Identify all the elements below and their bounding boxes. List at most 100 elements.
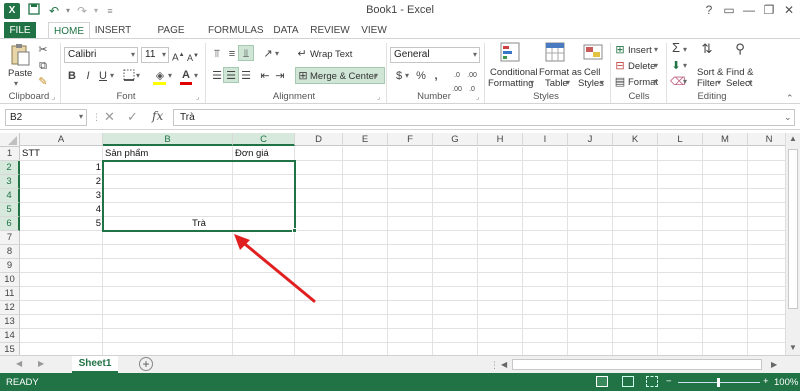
align-top-icon[interactable]: ⫪ <box>210 47 224 61</box>
insert-dropdown-icon[interactable]: ▾ <box>654 45 658 54</box>
merge-center-button[interactable]: Merge & Center <box>310 71 377 82</box>
clear-icon[interactable]: ⌫ <box>670 75 686 89</box>
cell-a1[interactable]: STT <box>22 147 101 161</box>
paste-button[interactable]: Paste <box>8 68 32 79</box>
comma-button[interactable]: , <box>431 69 441 83</box>
font-size-combo[interactable]: 11 ▾ <box>141 47 169 63</box>
row-header-14[interactable]: 14 <box>0 329 20 343</box>
expand-formula-bar-icon[interactable]: ⌄ <box>784 112 792 123</box>
tab-view[interactable]: VIEW <box>358 22 390 39</box>
cell-styles-icon[interactable] <box>582 42 604 64</box>
column-header-e[interactable]: E <box>343 133 388 146</box>
column-header-i[interactable]: I <box>523 133 568 146</box>
sort-filter-label[interactable]: Sort & <box>697 67 723 78</box>
cell-styles-dropdown-icon[interactable]: ▾ <box>600 78 604 87</box>
align-center-icon[interactable]: ☰ <box>224 69 238 83</box>
tab-home[interactable]: HOME <box>48 22 90 39</box>
format-as-table-label[interactable]: Format as <box>539 67 582 78</box>
cell-a3[interactable]: 2 <box>22 175 101 189</box>
orientation-icon[interactable]: ↗ <box>261 47 275 61</box>
column-header-b[interactable]: B <box>103 133 233 146</box>
fill-color-icon[interactable]: ◈ <box>153 69 167 83</box>
column-header-d[interactable]: D <box>295 133 343 146</box>
orientation-dropdown-icon[interactable]: ▾ <box>275 47 279 61</box>
vertical-scroll-thumb[interactable] <box>788 149 798 309</box>
percent-button[interactable]: % <box>416 69 426 83</box>
tab-page-layout[interactable]: PAGE LAYOUT <box>140 22 202 53</box>
paste-dropdown-icon[interactable]: ▾ <box>14 79 18 88</box>
wrap-text-button[interactable]: Wrap Text <box>310 49 352 60</box>
insert-cells-icon[interactable]: ⊞ <box>614 43 626 57</box>
currency-button[interactable]: $ <box>394 69 404 83</box>
help-button[interactable]: ? <box>700 2 718 18</box>
number-launcher-icon[interactable]: ⌟ <box>476 91 479 105</box>
collapse-ribbon-icon[interactable]: ⌃ <box>786 91 794 105</box>
conditional-formatting-icon[interactable] <box>499 42 521 64</box>
page-layout-view-icon[interactable] <box>622 376 634 387</box>
increase-font-icon[interactable]: A▲ <box>172 48 185 65</box>
scroll-up-icon[interactable]: ▲ <box>789 134 797 143</box>
column-header-a[interactable]: A <box>20 133 103 146</box>
paste-icon[interactable] <box>8 43 32 67</box>
close-button[interactable]: ✕ <box>780 2 798 18</box>
format-as-table-icon[interactable] <box>544 42 566 64</box>
autosum-icon[interactable]: Σ <box>670 41 682 55</box>
insert-function-button[interactable]: fx <box>152 109 163 123</box>
cell-a5[interactable]: 4 <box>22 203 101 217</box>
find-select-label[interactable]: Find & <box>726 67 753 78</box>
row-header-1[interactable]: 1 <box>0 147 20 161</box>
scroll-down-icon[interactable]: ▼ <box>789 343 797 352</box>
column-header-h[interactable]: H <box>478 133 523 146</box>
sort-filter-label-2[interactable]: Filter <box>697 78 718 89</box>
format-cells-icon[interactable]: ▤ <box>614 75 626 89</box>
row-header-11[interactable]: 11 <box>0 287 20 301</box>
tab-split-handle-icon[interactable]: ⋮ <box>490 360 499 371</box>
tab-insert[interactable]: INSERT <box>92 22 134 39</box>
borders-icon[interactable] <box>122 69 136 85</box>
decrease-indent-icon[interactable]: ⇤ <box>258 69 272 83</box>
page-break-view-icon[interactable] <box>646 376 658 387</box>
cell-a2[interactable]: 1 <box>22 161 101 175</box>
sort-filter-dropdown-icon[interactable]: ▾ <box>717 78 721 87</box>
zoom-out-button[interactable]: − <box>666 376 672 387</box>
currency-dropdown-icon[interactable]: ▾ <box>405 69 409 83</box>
format-as-table-dropdown-icon[interactable]: ▾ <box>566 78 570 87</box>
cancel-entry-icon[interactable]: ✕ <box>104 109 115 125</box>
scroll-right-icon[interactable]: ▶ <box>771 360 777 369</box>
fill-dropdown-icon[interactable]: ▾ <box>683 59 687 73</box>
name-box[interactable]: B2 <box>5 109 87 126</box>
copy-icon[interactable]: ⧉ <box>36 59 50 73</box>
tab-review[interactable]: REVIEW <box>310 22 350 39</box>
cell-styles-label[interactable]: Cell <box>584 67 600 78</box>
normal-view-icon[interactable] <box>596 376 608 387</box>
zoom-level[interactable]: 100% <box>774 377 798 388</box>
column-header-l[interactable]: L <box>658 133 703 146</box>
format-as-table-label-2[interactable]: Table <box>545 78 568 89</box>
number-format-combo[interactable]: General ▾ <box>390 47 480 63</box>
ribbon-display-button[interactable]: ▭ <box>720 2 738 18</box>
column-header-c[interactable]: C <box>233 133 295 146</box>
row-header-2[interactable]: 2 <box>0 161 20 175</box>
format-painter-icon[interactable]: ✎ <box>36 75 50 89</box>
select-all-corner[interactable] <box>0 133 20 147</box>
cell-b1[interactable]: Sản phẩm <box>105 147 231 161</box>
row-header-6[interactable]: 6 <box>0 217 20 231</box>
decrease-font-icon[interactable]: A▼ <box>187 49 199 65</box>
confirm-entry-icon[interactable]: ✓ <box>127 109 138 125</box>
increase-indent-icon[interactable]: ⇥ <box>273 69 287 83</box>
cell-c1[interactable]: Đơn giá <box>235 147 293 161</box>
align-middle-icon[interactable]: ≡ <box>225 47 239 61</box>
fill-color-dropdown-icon[interactable]: ▾ <box>168 69 172 83</box>
clear-dropdown-icon[interactable]: ▾ <box>683 75 687 89</box>
row-header-10[interactable]: 10 <box>0 273 20 287</box>
cell-a6[interactable]: 5 <box>22 217 101 231</box>
row-header-12[interactable]: 12 <box>0 301 20 315</box>
insert-button[interactable]: Insert <box>628 45 652 56</box>
borders-dropdown-icon[interactable]: ▾ <box>136 69 140 83</box>
zoom-slider-thumb[interactable] <box>717 378 720 387</box>
bold-button[interactable]: B <box>66 69 78 83</box>
row-header-3[interactable]: 3 <box>0 175 20 189</box>
find-select-dropdown-icon[interactable]: ▾ <box>748 78 752 87</box>
row-header-13[interactable]: 13 <box>0 315 20 329</box>
tab-file[interactable]: FILE <box>4 22 36 39</box>
